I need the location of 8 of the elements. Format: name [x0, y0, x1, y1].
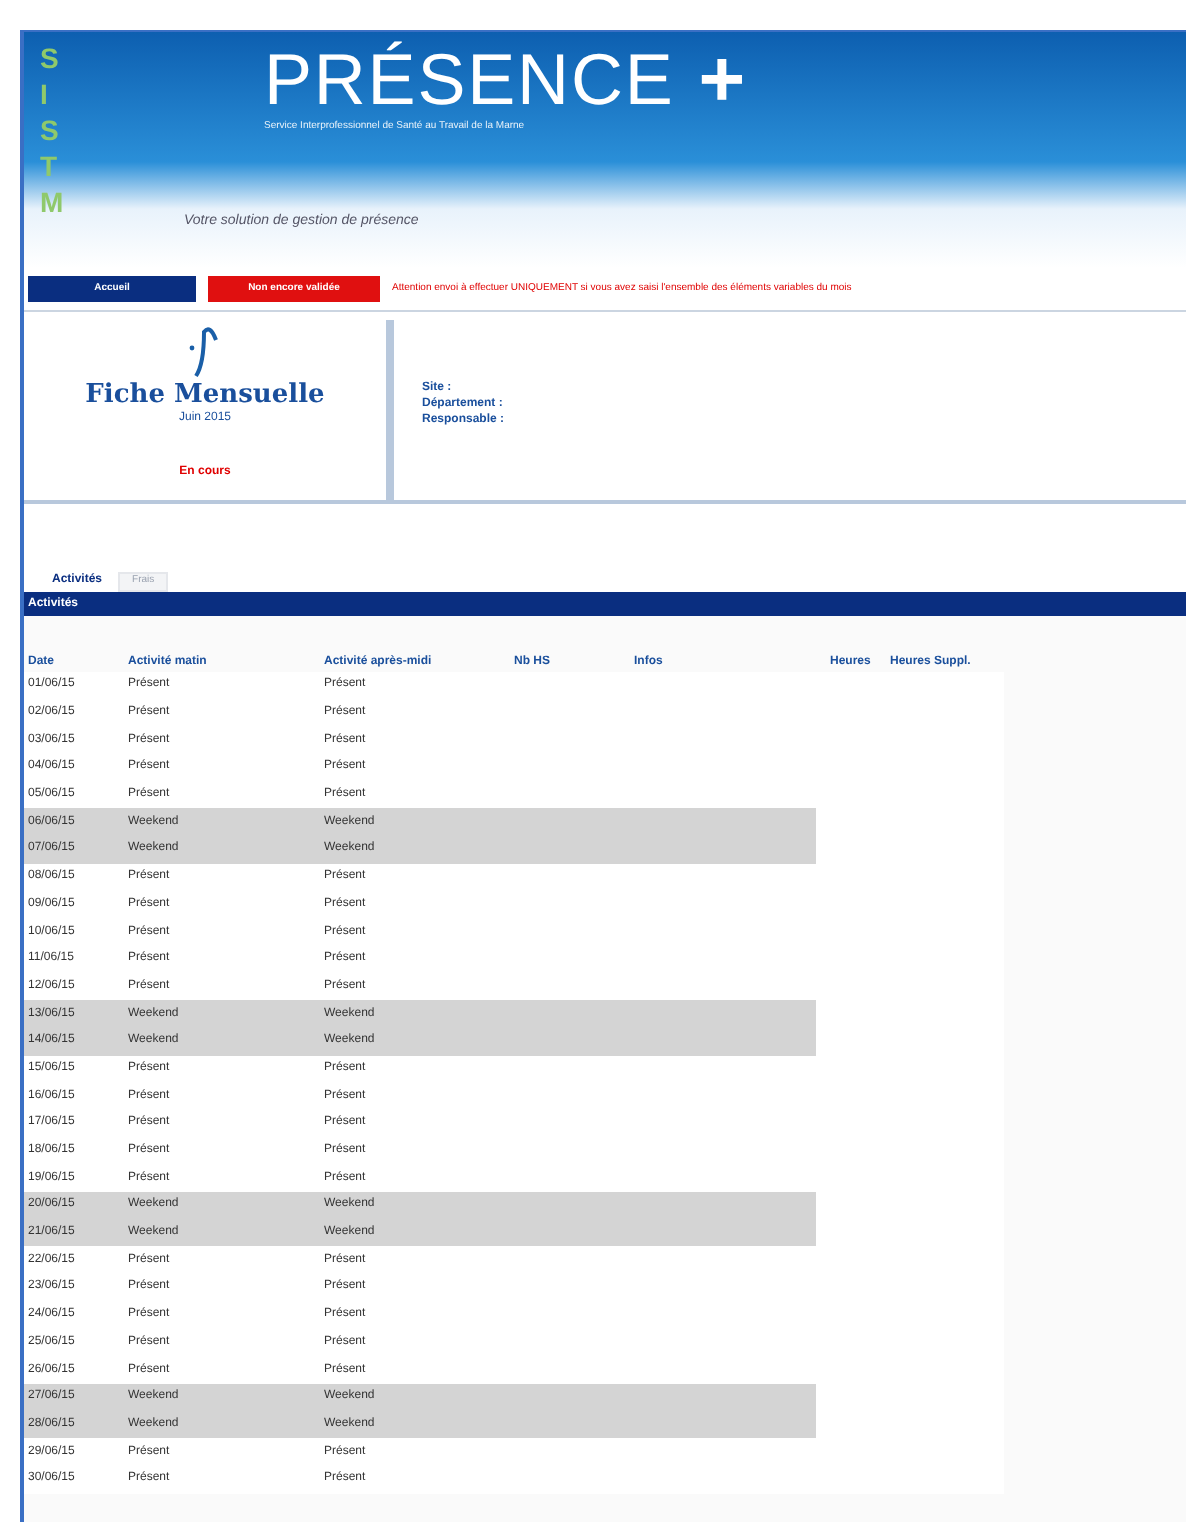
logo-letter: S [40, 40, 59, 76]
app-title: PRÉSENCE [264, 40, 675, 120]
logo-letter: S [40, 112, 59, 148]
logo-letter: T [40, 148, 58, 184]
logo-letter: I [40, 76, 48, 112]
sheet-title: Fiche Mensuelle [85, 380, 325, 410]
plus-mark: + [698, 40, 746, 120]
logo-letter: M [40, 184, 64, 220]
